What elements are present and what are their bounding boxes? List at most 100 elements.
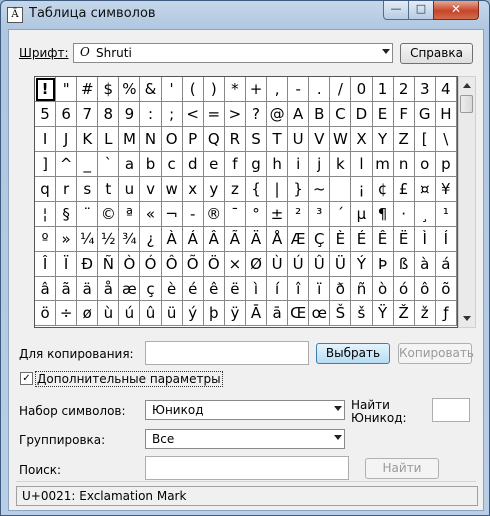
char-cell[interactable]: µ bbox=[351, 201, 373, 227]
char-cell[interactable]: ¼ bbox=[77, 226, 99, 252]
advanced-checkbox[interactable]: ✓ bbox=[20, 372, 33, 385]
help-button[interactable]: Справка bbox=[400, 43, 473, 64]
char-cell[interactable]: ß bbox=[393, 251, 415, 277]
char-cell[interactable]: ü bbox=[161, 301, 183, 327]
char-cell[interactable]: R bbox=[224, 126, 246, 152]
char-cell[interactable]: î bbox=[288, 276, 310, 302]
char-cell[interactable]: ï bbox=[309, 276, 331, 302]
char-cell[interactable]: ¢ bbox=[372, 176, 394, 202]
char-cell[interactable]: & bbox=[140, 77, 162, 102]
char-cell[interactable]: ç bbox=[140, 276, 162, 302]
char-cell[interactable]: ö bbox=[35, 301, 57, 327]
char-cell[interactable]: Ó bbox=[140, 251, 162, 277]
char-cell[interactable]: û bbox=[140, 301, 162, 327]
char-cell[interactable]: 0 bbox=[351, 77, 373, 102]
char-cell[interactable]: þ bbox=[203, 301, 225, 327]
char-cell[interactable]: n bbox=[393, 151, 415, 177]
char-cell[interactable]: ÷ bbox=[56, 301, 78, 327]
char-cell[interactable]: Ø bbox=[245, 251, 268, 277]
char-cell[interactable]: q bbox=[35, 176, 57, 202]
char-cell[interactable]: Ú bbox=[288, 251, 310, 277]
char-cell[interactable]: ¡ bbox=[351, 176, 373, 202]
char-cell[interactable]: é bbox=[182, 276, 204, 302]
char-cell[interactable]: ú bbox=[119, 301, 141, 327]
char-cell[interactable]: Þ bbox=[372, 251, 394, 277]
scroll-down-icon[interactable] bbox=[463, 316, 471, 321]
maximize-button[interactable]: □ bbox=[408, 1, 434, 20]
char-cell[interactable]: I bbox=[35, 126, 57, 152]
scroll-up-icon[interactable] bbox=[463, 83, 471, 88]
char-cell[interactable]: ] bbox=[35, 151, 57, 177]
char-cell[interactable]: 5 bbox=[35, 101, 57, 127]
char-cell[interactable]: 4 bbox=[435, 77, 457, 102]
title-bar[interactable]: Ä Таблица символов — □ ✕ bbox=[1, 1, 489, 27]
char-cell[interactable]: > bbox=[224, 101, 246, 127]
char-cell[interactable]: í bbox=[267, 276, 289, 302]
char-cell[interactable]: h bbox=[267, 151, 289, 177]
grouping-select[interactable]: Все bbox=[145, 429, 345, 449]
char-cell[interactable]: _ bbox=[77, 151, 99, 177]
char-cell[interactable]: + bbox=[245, 77, 268, 102]
char-cell[interactable]: Ö bbox=[203, 251, 225, 277]
char-cell[interactable]: ; bbox=[161, 101, 183, 127]
char-cell[interactable]: . bbox=[309, 77, 331, 102]
char-cell[interactable]: ð bbox=[330, 276, 352, 302]
char-cell[interactable]: Ð bbox=[77, 251, 99, 277]
char-cell[interactable]: ê bbox=[203, 276, 225, 302]
char-cell[interactable]: Á bbox=[182, 226, 204, 252]
char-cell[interactable]: m bbox=[372, 151, 394, 177]
char-cell[interactable]: Ä bbox=[245, 226, 268, 252]
charset-select[interactable]: Юникод bbox=[145, 400, 345, 420]
char-cell[interactable]: ž bbox=[414, 301, 436, 327]
char-cell[interactable]: Ç bbox=[309, 226, 331, 252]
char-cell[interactable]: Í bbox=[435, 226, 457, 252]
char-cell[interactable]: ¹ bbox=[435, 201, 457, 227]
char-cell[interactable]: ^ bbox=[56, 151, 78, 177]
char-cell[interactable]: N bbox=[140, 126, 162, 152]
char-cell[interactable]: Ÿ bbox=[372, 301, 394, 327]
minimize-button[interactable]: — bbox=[383, 1, 409, 20]
select-button[interactable]: Выбрать bbox=[316, 343, 390, 364]
char-cell[interactable]: P bbox=[182, 126, 204, 152]
char-cell[interactable]: Ā bbox=[245, 301, 268, 327]
char-cell[interactable]: L bbox=[98, 126, 120, 152]
char-cell[interactable]: X bbox=[351, 126, 373, 152]
char-cell[interactable]: < bbox=[182, 101, 204, 127]
char-cell[interactable]: G bbox=[414, 101, 436, 127]
char-cell[interactable]: e bbox=[203, 151, 225, 177]
char-cell[interactable]: g bbox=[245, 151, 268, 177]
char-cell[interactable]: o bbox=[414, 151, 436, 177]
char-cell[interactable]: - bbox=[288, 77, 310, 102]
char-cell[interactable]: è bbox=[161, 276, 183, 302]
char-cell[interactable]: Å bbox=[267, 226, 289, 252]
char-cell[interactable]: ë bbox=[224, 276, 246, 302]
char-cell[interactable]: , bbox=[267, 77, 289, 102]
char-cell[interactable]: ! bbox=[35, 77, 57, 102]
char-cell[interactable]: } bbox=[288, 176, 310, 202]
char-cell[interactable]: Ì bbox=[414, 226, 436, 252]
copy-button[interactable]: Копировать bbox=[398, 343, 474, 364]
char-cell[interactable]: ã bbox=[56, 276, 78, 302]
char-cell[interactable]: æ bbox=[119, 276, 141, 302]
char-cell[interactable]: ä bbox=[77, 276, 99, 302]
character-grid[interactable]: ! " # $% & '() * +, -./0 1 2 3 4 5 6 7 8 9:; < = >? @ A B C D E F G H… bbox=[34, 76, 458, 328]
char-cell[interactable]: [ bbox=[414, 126, 436, 152]
char-cell[interactable]: ø bbox=[77, 301, 99, 327]
char-cell[interactable]: ¥ bbox=[435, 176, 457, 202]
char-cell[interactable]: ¸ bbox=[414, 201, 436, 227]
char-cell[interactable]: » bbox=[56, 226, 78, 252]
char-cell[interactable]: a bbox=[119, 151, 141, 177]
char-cell[interactable]: V bbox=[309, 126, 331, 152]
char-cell[interactable]: Z bbox=[393, 126, 415, 152]
char-cell[interactable]: # bbox=[77, 77, 99, 102]
char-cell[interactable]: y bbox=[203, 176, 225, 202]
char-cell[interactable]: ´ bbox=[330, 201, 352, 227]
char-cell[interactable]: Â bbox=[203, 226, 225, 252]
char-cell[interactable]: 7 bbox=[77, 101, 99, 127]
char-cell[interactable]: Ê bbox=[372, 226, 394, 252]
char-cell[interactable]: D bbox=[351, 101, 373, 127]
char-cell[interactable]: ¾ bbox=[119, 226, 141, 252]
char-cell[interactable]: c bbox=[161, 151, 183, 177]
grid-scrollbar[interactable] bbox=[458, 76, 476, 328]
char-cell[interactable]: 8 bbox=[98, 101, 120, 127]
